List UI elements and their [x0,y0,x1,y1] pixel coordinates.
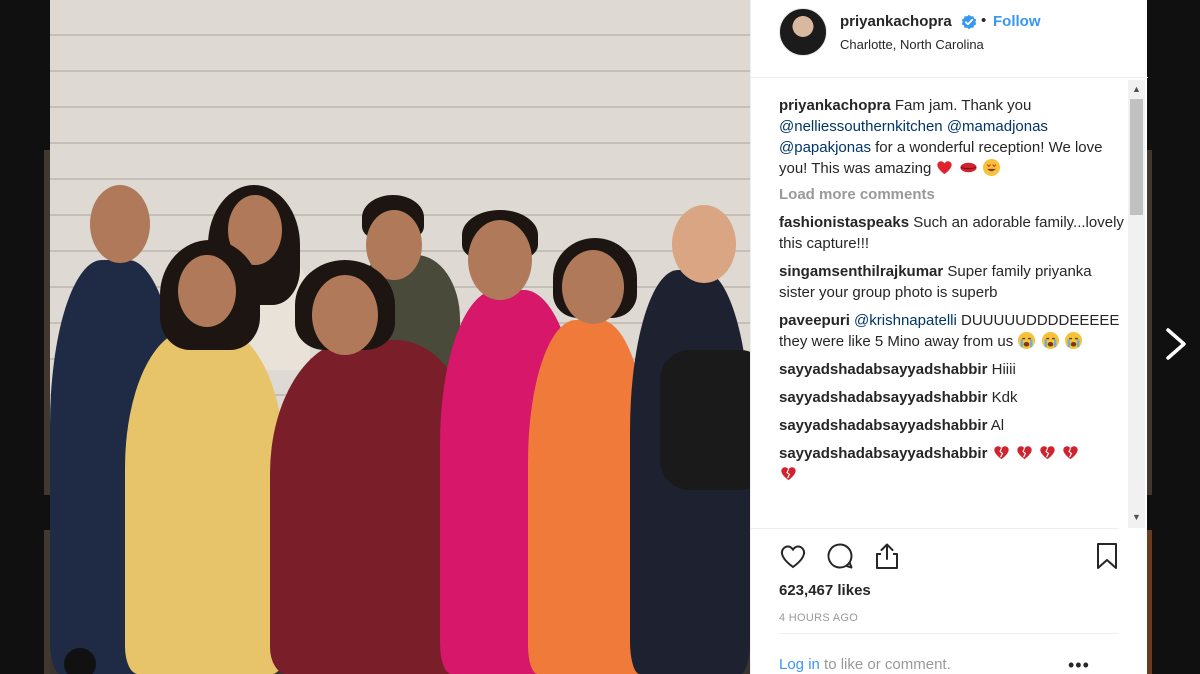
post-username[interactable]: priyankachopra [840,13,952,30]
person-head [178,255,236,327]
comment: sayyadshadabsayyadshabbir Al [779,415,1129,436]
like-count[interactable]: 623,467 likes [779,582,871,599]
crying-emoji-icon [1041,331,1059,350]
comment-text: Al [990,417,1005,434]
crying-emoji-icon [1018,331,1036,350]
post-sidebar: priyankachopra • Follow Charlotte, North… [750,0,1148,674]
comment: sayyadshadabsayyadshabbir [779,443,1129,485]
person-head [672,205,736,283]
broken-heart-emoji-icon [1017,446,1032,460]
person-head [468,220,532,300]
avatar[interactable] [779,8,827,56]
caption-text: Fam jam. Thank you [894,97,1032,114]
scroll-up-icon[interactable]: ▲ [1132,84,1141,94]
caption-mention[interactable]: @papakjonas [779,139,871,156]
follow-button[interactable]: Follow [993,13,1041,30]
background-post-edge [1147,150,1152,495]
comment-text: Kdk [991,389,1018,406]
heart-eyes-emoji-icon [982,158,1000,177]
verified-badge-icon [961,14,977,30]
camera-lens [660,350,750,490]
post-header: priyankachopra • Follow Charlotte, North… [751,0,1148,78]
share-icon[interactable] [872,541,902,571]
post-photo[interactable] [50,0,750,674]
person-head [562,250,624,324]
login-link[interactable]: Log in [779,656,820,673]
comment-author[interactable]: sayyadshadabsayyadshabbir [779,361,987,378]
comment-author[interactable]: sayyadshadabsayyadshabbir [779,445,987,462]
comment-author[interactable]: fashionistaspeaks [779,214,909,231]
next-arrow-icon[interactable] [1162,322,1190,366]
post-timestamp[interactable]: 4 HOURS AGO [779,612,858,624]
comment: sayyadshadabsayyadshabbir Kdk [779,387,1129,408]
login-prompt-text: to like or comment. [824,656,951,673]
broken-heart-emoji-icon [1063,446,1078,460]
comment-author[interactable]: sayyadshadabsayyadshabbir [779,389,987,406]
crying-emoji-icon [1064,331,1082,350]
scroll-down-icon[interactable]: ▼ [1132,512,1141,522]
bookmark-icon[interactable] [1092,541,1122,571]
comment: paveepuri @krishnapatelli DUUUUUDDDDEEEE… [779,310,1129,352]
more-options-icon[interactable]: ••• [1068,655,1090,674]
broken-heart-emoji-icon [993,446,1009,460]
heart-emoji-icon [937,161,953,175]
caption-mention[interactable]: @nelliessouthernkitchen [779,118,943,135]
comment: sayyadshadabsayyadshabbir Hiiii [779,359,1129,380]
post-actions: 623,467 likes 4 HOURS AGO Log in to like… [751,528,1119,674]
comment-icon[interactable] [825,541,855,571]
caption-author[interactable]: priyankachopra [779,97,891,114]
person-head [312,275,378,355]
comment-author[interactable]: paveepuri [779,312,850,329]
scrollbar-thumb[interactable] [1130,99,1143,215]
broken-heart-emoji-icon [1040,446,1055,460]
tagged-user-icon[interactable] [64,648,96,674]
comment: fashionistaspeaks Such an adorable famil… [779,212,1129,254]
person-figure [125,330,285,674]
comment-mention[interactable]: @krishnapatelli [854,312,957,329]
load-more-comments-button[interactable]: Load more comments [779,186,1129,203]
comment-author[interactable]: sayyadshadabsayyadshabbir [779,417,987,434]
post-modal: priyankachopra • Follow Charlotte, North… [50,0,1148,674]
lips-emoji-icon [960,162,977,173]
heart-icon[interactable] [778,541,808,571]
caption: priyankachopra Fam jam. Thank you @nelli… [779,95,1129,179]
broken-heart-emoji-icon [781,467,796,481]
post-location[interactable]: Charlotte, North Carolina [840,37,984,52]
comments-scrollbar[interactable]: ▲ ▼ [1128,80,1145,528]
person-head [90,185,150,263]
comment-author[interactable]: singamsenthilrajkumar [779,263,943,280]
comment-text: Hiiii [991,361,1016,378]
comments-list[interactable]: priyankachopra Fam jam. Thank you @nelli… [751,79,1129,528]
comment: singamsenthilrajkumar Super family priya… [779,261,1129,303]
header-separator: • [981,12,987,29]
background-post-edge [1147,530,1152,674]
caption-mention[interactable]: @mamadjonas [947,118,1048,135]
